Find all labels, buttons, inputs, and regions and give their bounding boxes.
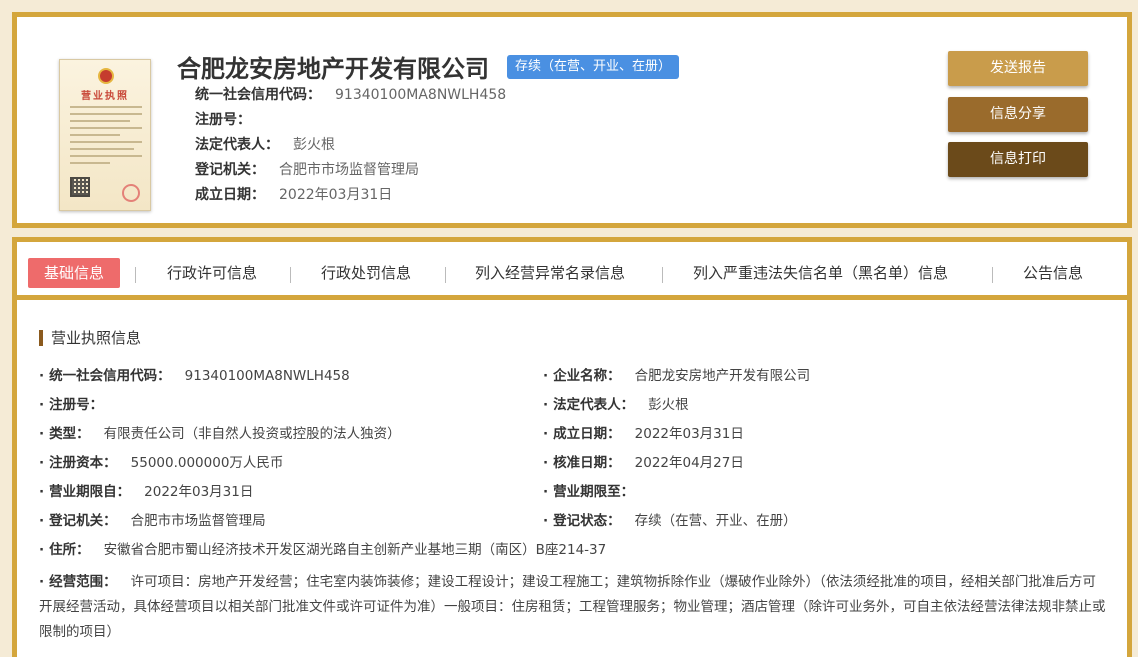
tab-abnormal-operations[interactable]: 列入经营异常名录信息 [475,258,625,288]
field-authority: · 登记机关： 合肥市市场监督管理局 [39,513,266,529]
company-summary: 统一社会信用代码： 91340100MA8NWLH458 注册号： 法定代表人：彭… [195,83,506,208]
tab-basic-info[interactable]: 基础信息 [28,258,121,288]
tab-admin-penalty[interactable]: 行政处罚信息 [321,258,411,288]
business-license-image[interactable]: 营业执照 [59,59,151,211]
field-term-to: · 营业期限至： [543,484,635,500]
seal-icon [122,184,140,202]
field-type: · 类型： 有限责任公司（非自然人投资或控股的法人独资） [39,426,401,442]
field-term-from: · 营业期限自： 2022年03月31日 [39,484,254,500]
field-legal-rep: · 法定代表人： 彭火根 [543,397,689,413]
field-reg-number: · 注册号： [39,397,104,413]
summary-row-established: 成立日期： 2022年03月31日 [195,187,393,203]
tab-bar: 基础信息 行政许可信息 行政处罚信息 列入经营异常名录信息 列入严重违法失信名单… [17,242,1127,300]
tab-divider [662,267,663,283]
field-reg-status: · 登记状态： 存续（在营、开业、在册） [543,513,797,529]
field-company-name: · 企业名称： 合肥龙安房地产开发有限公司 [543,368,811,384]
summary-row-legal-rep: 法定代表人： 彭火根 [195,137,335,153]
summary-row-reg-number: 注册号： [195,112,251,128]
share-info-button[interactable]: 信息分享 [948,97,1088,132]
tab-announcements[interactable]: 公告信息 [1023,258,1083,288]
summary-row-credit-code: 统一社会信用代码： 91340100MA8NWLH458 [195,87,507,103]
field-established: · 成立日期： 2022年03月31日 [543,426,744,442]
national-emblem-icon [98,68,114,84]
tab-divider [135,267,136,283]
field-approval-date: · 核准日期： 2022年04月27日 [543,455,744,471]
company-header-card: 营业执照 合肥龙安房地产开发有限公司 存续（在营、开业、在册） 统一社会信用代码… [12,12,1132,228]
field-reg-capital: · 注册资本： 55000.000000万人民币 [39,455,284,471]
send-report-button[interactable]: 发送报告 [948,51,1088,86]
qr-code-icon [70,177,90,197]
company-name: 合肥龙安房地产开发有限公司 [177,55,489,83]
section-title: 营业执照信息 [39,330,141,346]
tab-divider [445,267,446,283]
field-business-scope: · 经营范围： 许可项目：房地产开发经营；住宅室内装饰装修；建设工程设计；建设工程施… [39,574,1106,640]
tab-admin-license[interactable]: 行政许可信息 [167,258,257,288]
field-credit-code: · 统一社会信用代码： 91340100MA8NWLH458 [39,368,350,384]
license-title: 营业执照 [81,91,129,102]
tab-blacklist[interactable]: 列入严重违法失信名单（黑名单）信息 [693,258,948,288]
detail-card: 基础信息 行政许可信息 行政处罚信息 列入经营异常名录信息 列入严重违法失信名单… [12,237,1132,657]
status-badge: 存续（在营、开业、在册） [507,55,680,79]
license-text-lines [70,106,142,169]
print-info-button[interactable]: 信息打印 [948,142,1088,177]
tab-divider [290,267,291,283]
tab-divider [992,267,993,283]
summary-row-authority: 登记机关： 合肥市市场监督管理局 [195,162,419,178]
field-address: · 住所： 安徽省合肥市蜀山经济技术开发区湖光路自主创新产业基地三期（南区）B座21… [39,542,607,558]
